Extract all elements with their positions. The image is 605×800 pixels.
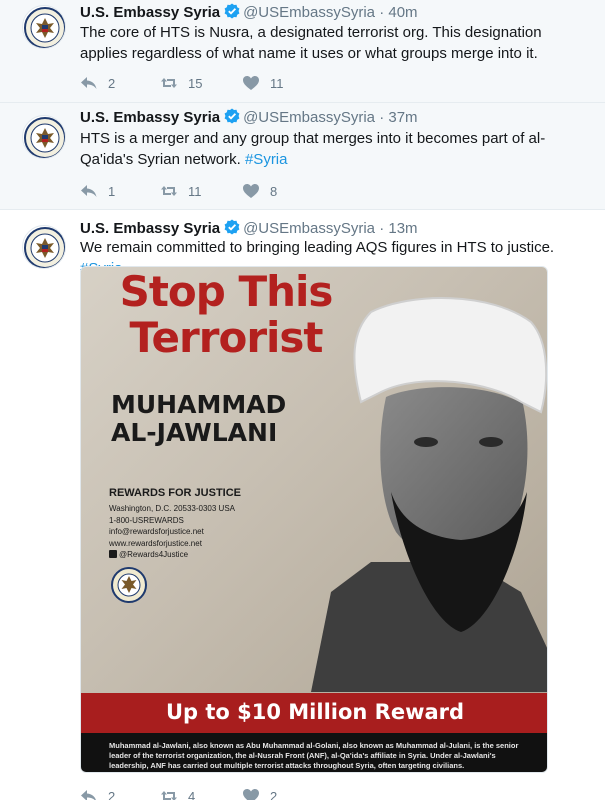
poster-headline: Stop This Terrorist [101, 269, 351, 361]
twitter-bird-icon [109, 550, 117, 558]
like-count: 11 [270, 75, 284, 91]
poster-headline-line1: Stop This [119, 267, 334, 316]
retweet-count: 4 [188, 788, 196, 800]
retweet-button[interactable]: 11 [160, 183, 242, 199]
account-name[interactable]: U.S. Embassy Syria [80, 220, 220, 237]
tweet-text: HTS is a merger and any group that merge… [80, 128, 590, 170]
embassy-seal-icon [24, 7, 65, 48]
embassy-seal-icon [24, 117, 65, 158]
avatar[interactable] [22, 115, 66, 159]
retweet-count: 15 [188, 75, 203, 91]
tweet-2[interactable]: U.S. Embassy Syria @USEmbassySyria · 37m … [0, 103, 605, 210]
tweet-1[interactable]: U.S. Embassy Syria @USEmbassySyria · 40m … [0, 0, 605, 103]
verified-badge-icon [224, 219, 240, 235]
reply-count: 2 [108, 75, 116, 91]
retweet-button[interactable]: 15 [160, 75, 242, 91]
contact-phone: 1-800-USREWARDS [109, 515, 184, 525]
verified-badge-icon [224, 108, 240, 124]
reply-button[interactable]: 1 [80, 183, 160, 199]
contact-address: Washington, D.C. 20533-0303 USA [109, 504, 235, 513]
state-department-seal-icon [111, 567, 147, 603]
like-icon [243, 76, 259, 90]
account-name[interactable]: U.S. Embassy Syria [80, 4, 220, 21]
like-button[interactable]: 11 [242, 75, 322, 91]
like-count: 8 [270, 183, 278, 199]
poster-headline-line2: Terrorist [129, 313, 323, 362]
account-handle[interactable]: @USEmbassySyria [243, 109, 375, 126]
account-handle[interactable]: @USEmbassySyria [243, 4, 375, 21]
contact-twitter: @Rewards4Justice [109, 549, 235, 561]
tweet-body: We remain committed to bringing leading … [80, 239, 555, 256]
avatar[interactable] [22, 5, 66, 49]
embassy-seal-icon [24, 227, 65, 268]
tweet-3[interactable]: U.S. Embassy Syria @USEmbassySyria · 13m … [0, 210, 605, 800]
timestamp[interactable]: 37m [388, 109, 417, 126]
account-name[interactable]: U.S. Embassy Syria [80, 109, 220, 126]
like-button[interactable]: 8 [242, 183, 322, 199]
retweet-icon [161, 791, 177, 800]
account-handle[interactable]: @USEmbassySyria [243, 220, 375, 237]
tweet-text: The core of HTS is Nusra, a designated t… [80, 22, 590, 64]
reply-icon [81, 790, 96, 800]
retweet-icon [161, 186, 177, 196]
separator: · [379, 4, 385, 21]
hashtag-link[interactable]: #Syria [245, 151, 288, 168]
verified-badge-icon [224, 3, 240, 19]
avatar[interactable] [22, 225, 66, 269]
retweet-button[interactable]: 4 [160, 788, 242, 800]
reply-button[interactable]: 2 [80, 788, 160, 800]
retweet-count: 11 [188, 183, 202, 199]
timestamp[interactable]: 40m [388, 4, 417, 21]
tweet-body: HTS is a merger and any group that merge… [80, 130, 546, 168]
tweet-actions: 2 4 2 [80, 786, 322, 800]
poster-description: Muhammad al-Jawlani, also known as Abu M… [109, 741, 519, 770]
like-button[interactable]: 2 [242, 788, 322, 800]
tweet-actions: 2 15 11 [80, 73, 322, 93]
poster-wanted-name: MUHAMMAD AL-JAWLANI [111, 391, 286, 447]
like-icon [243, 184, 259, 198]
like-icon [243, 789, 259, 800]
contact-twitter-handle: @Rewards4Justice [119, 550, 189, 559]
poster-name-line1: MUHAMMAD [111, 390, 287, 419]
contact-website: www.rewardsforjustice.net [109, 538, 202, 548]
separator: · [379, 220, 385, 237]
reward-amount: Up to $10 Million Reward [165, 700, 465, 724]
tweet-image-poster[interactable]: Stop This Terrorist MUHAMMAD AL-JAWLANI … [80, 266, 548, 773]
poster-name-line2: AL-JAWLANI [111, 418, 278, 447]
reply-count: 2 [108, 788, 116, 800]
reply-button[interactable]: 2 [80, 75, 160, 91]
reply-icon [81, 77, 97, 89]
retweet-icon [161, 78, 177, 88]
reply-count: 1 [108, 183, 116, 199]
program-name: REWARDS FOR JUSTICE [109, 487, 242, 499]
contact-info: Washington, D.C. 20533-0303 USA 1-800-US… [109, 503, 235, 561]
timestamp[interactable]: 13m [388, 220, 417, 237]
contact-email: info@rewardsforjustice.net [109, 527, 204, 536]
reply-icon [81, 185, 97, 197]
tweet-body: The core of HTS is Nusra, a designated t… [80, 24, 542, 62]
separator: · [379, 109, 385, 126]
like-count: 2 [270, 788, 278, 800]
tweet-actions: 1 11 8 [80, 181, 322, 201]
